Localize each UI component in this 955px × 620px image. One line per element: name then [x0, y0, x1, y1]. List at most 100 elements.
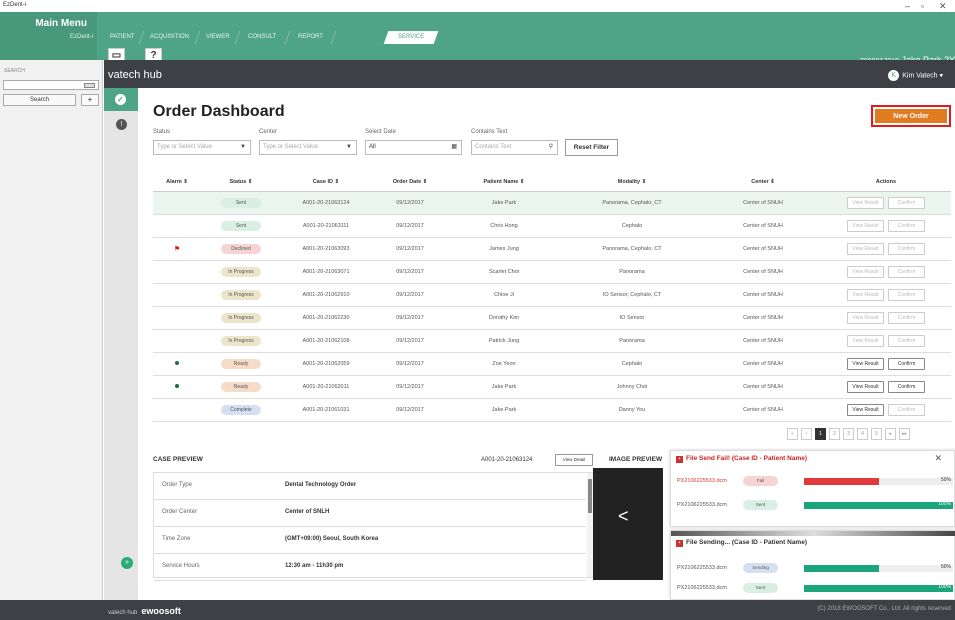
view-result-button[interactable]: View Result — [847, 219, 884, 232]
col-order-date[interactable]: Order Date ⇕ — [371, 174, 449, 192]
col-case-id[interactable]: Case ID ⇕ — [281, 174, 371, 192]
status-badge: Sent — [221, 220, 261, 231]
page-button[interactable]: 3 — [843, 428, 854, 440]
sidenav-dashboard[interactable]: ✓ — [104, 88, 138, 111]
file-name: PX2106225533.dcm — [677, 478, 727, 484]
table-row[interactable]: In Progress A001-20-21062108 09/12/2017 Pat… — [153, 329, 951, 353]
file-name: PX2106225533.dcm — [677, 565, 727, 571]
case-preview-title: CASE PREVIEW — [153, 456, 203, 463]
search-button[interactable]: Search — [3, 94, 76, 106]
copyright: (C) 2018 EWOOSOFT Co., Ltd. All rights r… — [817, 606, 951, 612]
tab-consult[interactable]: CONSULT — [235, 31, 291, 44]
table-row[interactable]: Sent A001-20-21063124 09/12/2017 Jake Park P… — [153, 191, 951, 215]
view-result-button[interactable]: View Result — [847, 357, 884, 370]
view-result-button[interactable]: View Result — [847, 311, 884, 324]
calendar-icon: ▦ — [451, 144, 457, 150]
view-detail-button[interactable]: View Detail — [555, 454, 593, 466]
page-button[interactable]: 5 — [871, 428, 882, 440]
table-row[interactable]: Ready A001-20-21062011 09/12/2017 Jake Park… — [153, 375, 951, 399]
table-row[interactable]: In Progress A001-20-21062230 09/12/2017 Dor… — [153, 306, 951, 330]
tab-acquisition[interactable]: ACQUISITION — [139, 31, 201, 44]
modality-cell: Panorama, Cephalo, CT — [559, 237, 705, 261]
add-search-button[interactable]: + — [81, 94, 99, 106]
tab-patient[interactable]: PATIENT — [101, 31, 145, 44]
view-result-button[interactable]: View Result — [847, 380, 884, 393]
confirm-button[interactable]: Confirm — [888, 265, 925, 278]
page-button[interactable]: 2 — [829, 428, 840, 440]
table-row[interactable]: In Progress A001-20-21063071 09/12/2017 Sca… — [153, 260, 951, 284]
first-page-button[interactable]: « — [787, 428, 798, 440]
alarm-cell — [153, 283, 201, 307]
col-status[interactable]: Status ⇕ — [201, 174, 281, 192]
maximize-icon[interactable]: ▫ — [921, 1, 924, 11]
tab-viewer[interactable]: VIEWER — [195, 31, 241, 44]
hub-header: vatech hub K Kim Vatech ▾ — [104, 60, 955, 88]
date-filter-label: Select Date — [365, 129, 397, 135]
file-status-badge: Sent — [743, 500, 778, 510]
sidenav-info-icon[interactable]: ! — [116, 119, 127, 130]
col-alarm[interactable]: Alarm ⇕ — [153, 174, 201, 192]
main-menu[interactable]: Main Menu EzDent-i — [0, 12, 97, 60]
modality-cell: IO Sensor — [559, 306, 705, 330]
view-result-button[interactable]: View Result — [847, 288, 884, 301]
view-result-button[interactable]: View Result — [847, 196, 884, 209]
confirm-button[interactable]: Confirm — [888, 357, 925, 370]
last-page-button[interactable]: ▸▸ — [899, 428, 910, 440]
close-icon[interactable]: ✕ — [939, 1, 947, 12]
table-row[interactable]: ⚑ Declined A001-20-21063093 09/12/2017 James… — [153, 237, 951, 261]
view-result-button[interactable]: View Result — [847, 242, 884, 255]
next-page-button[interactable]: ▸ — [885, 428, 896, 440]
status-cell: In Progress — [201, 260, 281, 284]
confirm-button[interactable]: Confirm — [888, 196, 925, 209]
expand-icon[interactable]: » — [121, 557, 133, 569]
page-button[interactable]: 1 — [815, 428, 826, 440]
close-icon[interactable]: ✕ — [934, 453, 942, 464]
confirm-button[interactable]: Confirm — [888, 380, 925, 393]
table-row[interactable]: In Progress A001-20-21062910 09/12/2017 Chl… — [153, 283, 951, 307]
view-result-button[interactable]: View Result — [847, 403, 884, 416]
reset-filter-button[interactable]: Reset Filter — [565, 139, 618, 156]
confirm-button[interactable]: Confirm — [888, 219, 925, 232]
center-filter[interactable]: Type or Select Value ▼ — [259, 140, 357, 155]
alarm-cell — [153, 398, 201, 422]
confirm-button[interactable]: Confirm — [888, 242, 925, 255]
text-filter-input[interactable]: Contains Text ⚲ — [471, 140, 558, 155]
col-center[interactable]: Center ⇕ — [705, 174, 821, 192]
confirm-button[interactable]: Confirm — [888, 288, 925, 301]
orders-table: Alarm ⇕ Status ⇕ Case ID ⇕ Order Date ⇕ … — [153, 174, 951, 422]
modality-cell: Cephalo — [559, 352, 705, 376]
keyboard-icon[interactable] — [84, 83, 95, 88]
minimize-icon[interactable]: – — [905, 1, 910, 11]
confirm-button[interactable]: Confirm — [888, 334, 925, 347]
case-id-cell: A001-20-21063124 — [281, 191, 371, 215]
tab-report[interactable]: REPORT — [285, 31, 337, 44]
scrollbar-thumb[interactable] — [588, 479, 592, 513]
status-badge: Ready — [221, 358, 261, 369]
chevron-left-icon[interactable]: < — [618, 506, 629, 527]
modality-cell: Johnny Choi — [559, 375, 705, 399]
new-order-button[interactable]: New Order — [875, 109, 947, 123]
table-row[interactable]: Ready A001-20-21062059 09/12/2017 Zoe Yeon C… — [153, 352, 951, 376]
view-result-button[interactable]: View Result — [847, 334, 884, 347]
order-date-cell: 09/12/2017 — [371, 329, 449, 353]
confirm-button[interactable]: Confirm — [888, 311, 925, 324]
col-modality[interactable]: Modality ⇕ — [559, 174, 705, 192]
modality-cell: Danny You — [559, 398, 705, 422]
user-menu[interactable]: K Kim Vatech ▾ — [888, 70, 943, 81]
table-row[interactable]: Complete A001-20-21061031 09/12/2017 Jake P… — [153, 398, 951, 422]
status-filter[interactable]: Type or Select Value ▼ — [153, 140, 251, 155]
actions-cell: View Result Confirm — [821, 214, 951, 238]
col-patient-name[interactable]: Patient Name ⇕ — [449, 174, 559, 192]
tab-service[interactable]: SERVICE — [383, 31, 439, 44]
date-filter[interactable]: All ▦ — [365, 140, 462, 155]
page-button[interactable]: 4 — [857, 428, 868, 440]
table-row[interactable]: Sent A001-20-21063111 09/12/2017 Chris Hong… — [153, 214, 951, 238]
status-badge: Complete — [221, 404, 261, 415]
avatar: K — [888, 70, 900, 81]
prev-page-button[interactable]: ‹ — [801, 428, 812, 440]
confirm-button[interactable]: Confirm — [888, 403, 925, 416]
order-date-cell: 09/12/2017 — [371, 260, 449, 284]
modality-cell: IO Sensor, Cephalo, CT — [559, 283, 705, 307]
view-result-button[interactable]: View Result — [847, 265, 884, 278]
alarm-cell — [153, 352, 201, 376]
